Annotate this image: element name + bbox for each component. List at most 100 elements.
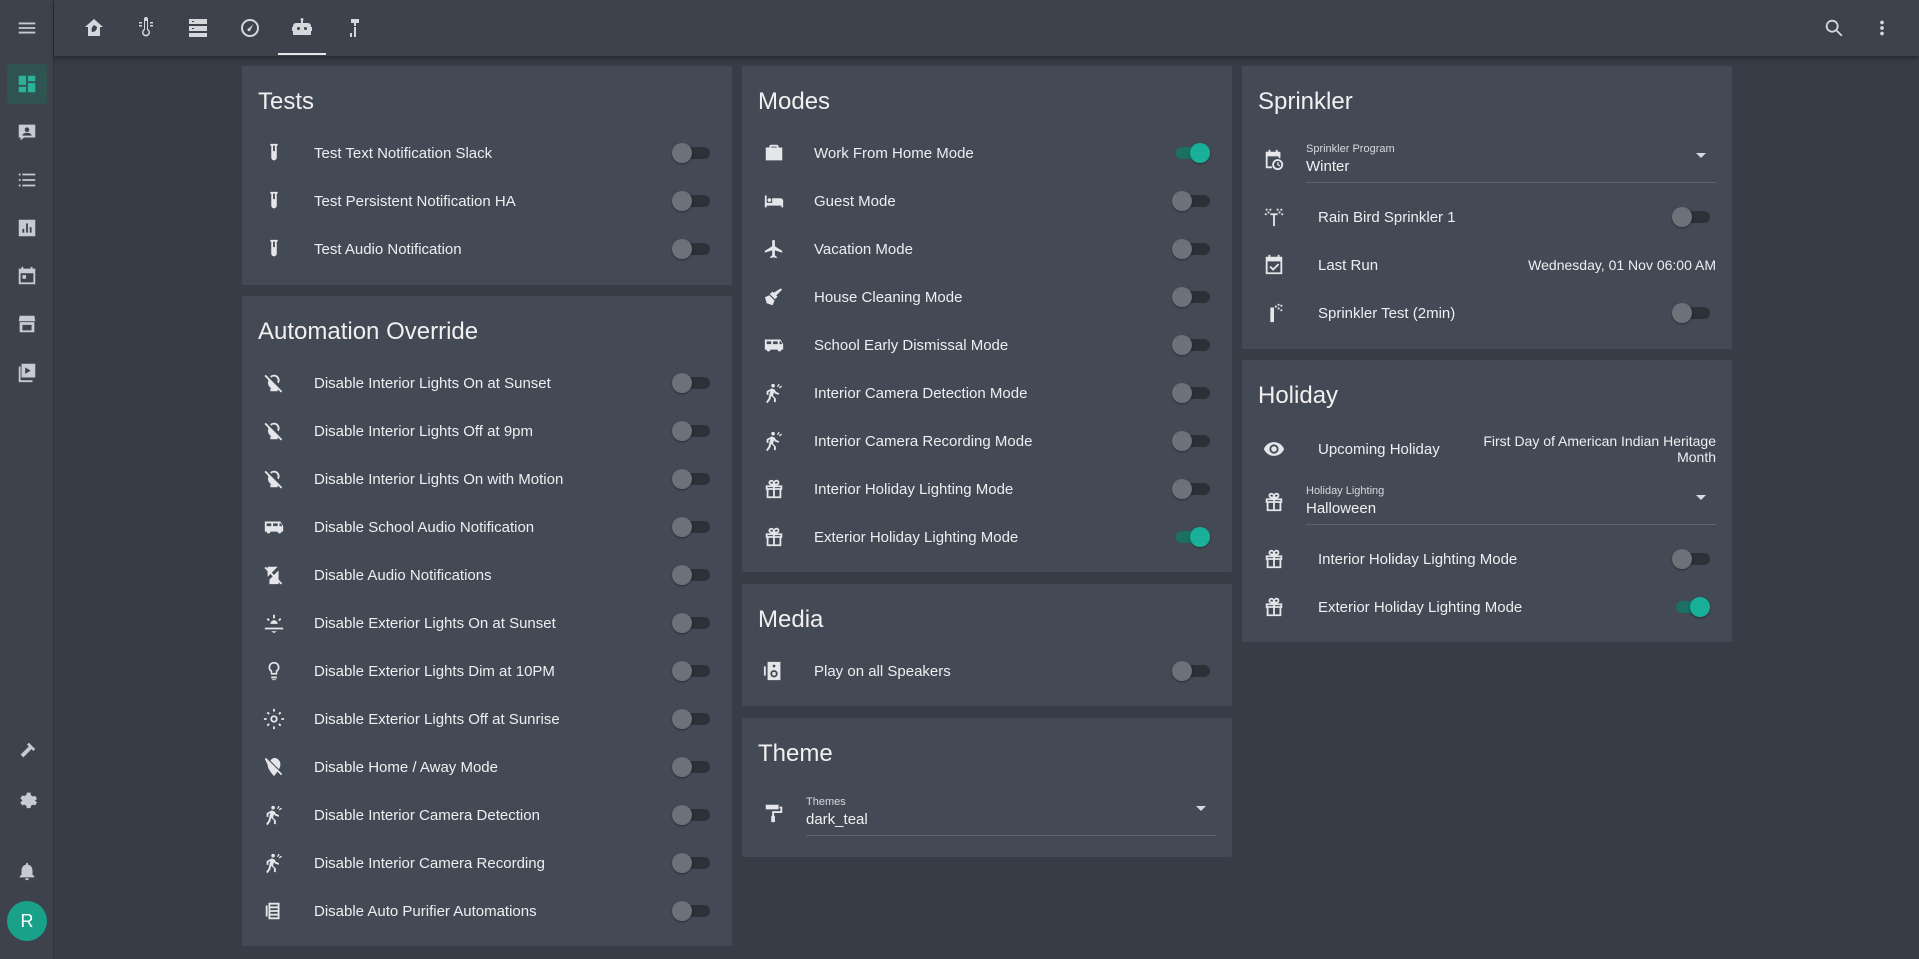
- list-item[interactable]: Guest Mode: [758, 181, 1216, 221]
- sidebar-item-notifications[interactable]: [7, 851, 47, 891]
- toggle-switch[interactable]: [672, 191, 710, 211]
- toggle-switch[interactable]: [1172, 287, 1210, 307]
- list-item[interactable]: Sprinkler Test (2min): [1258, 293, 1716, 333]
- toggle-switch[interactable]: [1672, 549, 1710, 569]
- list-item[interactable]: School Early Dismissal Mode: [758, 325, 1216, 365]
- sidebar-item-profile[interactable]: [7, 112, 47, 152]
- list-item[interactable]: Disable Interior Lights On at Sunset: [258, 363, 716, 403]
- list-item[interactable]: Interior Camera Detection Mode: [758, 373, 1216, 413]
- row-label: Guest Mode: [814, 192, 896, 210]
- toggle-switch[interactable]: [1172, 191, 1210, 211]
- sidebar-item-hacs[interactable]: [7, 304, 47, 344]
- toggle-switch[interactable]: [672, 613, 710, 633]
- list-item[interactable]: Exterior Holiday Lighting Mode: [1258, 587, 1716, 627]
- sidebar-item-calendar[interactable]: [7, 256, 47, 296]
- list-item[interactable]: Test Text Notification Slack: [258, 133, 716, 173]
- row-label: Disable Auto Purifier Automations: [314, 902, 537, 920]
- select-dropdown[interactable]: Themes dark_teal: [758, 787, 1216, 839]
- toggle-switch[interactable]: [1172, 383, 1210, 403]
- list-item[interactable]: Disable Auto Purifier Automations: [258, 891, 716, 931]
- tab-home[interactable]: [70, 0, 118, 56]
- list-item[interactable]: Test Persistent Notification HA: [258, 181, 716, 221]
- toggle-switch[interactable]: [1672, 207, 1710, 227]
- toggle-switch[interactable]: [1672, 597, 1710, 617]
- sidebar-item-logbook[interactable]: [7, 160, 47, 200]
- list-item[interactable]: Rain Bird Sprinkler 1: [1258, 197, 1716, 237]
- toggle-switch[interactable]: [1172, 143, 1210, 163]
- select-dropdown[interactable]: Holiday Lighting Halloween: [1258, 476, 1716, 528]
- toggle-switch[interactable]: [1172, 527, 1210, 547]
- toggle-switch[interactable]: [672, 853, 710, 873]
- hammer-icon: [20, 742, 36, 758]
- chevron-down-icon[interactable]: [1196, 806, 1206, 811]
- select-field[interactable]: Themes dark_teal: [806, 790, 1216, 836]
- dashboard-icon: [18, 75, 36, 93]
- search-button[interactable]: [1814, 8, 1854, 48]
- select-label: Themes: [806, 796, 846, 808]
- list-item[interactable]: Disable School Audio Notification: [258, 507, 716, 547]
- select-dropdown[interactable]: Sprinkler Program Winter: [1258, 134, 1716, 186]
- toggle-switch[interactable]: [672, 709, 710, 729]
- row-label: Interior Holiday Lighting Mode: [814, 480, 1014, 498]
- list-item[interactable]: Disable Home / Away Mode: [258, 747, 716, 787]
- list-item[interactable]: Disable Interior Camera Recording: [258, 843, 716, 883]
- list-item[interactable]: Interior Camera Recording Mode: [758, 421, 1216, 461]
- toggle-switch[interactable]: [1672, 303, 1710, 323]
- row-label: Interior Camera Recording Mode: [814, 432, 1033, 450]
- toggle-switch[interactable]: [672, 517, 710, 537]
- sidebar-item-media[interactable]: [7, 352, 47, 392]
- toggle-switch[interactable]: [1172, 479, 1210, 499]
- list-item[interactable]: Interior Holiday Lighting Mode: [1258, 539, 1716, 579]
- chevron-down-icon[interactable]: [1696, 495, 1706, 500]
- list-item[interactable]: Interior Holiday Lighting Mode: [758, 469, 1216, 509]
- more-options-button[interactable]: [1862, 8, 1902, 48]
- sidebar-item-dashboard[interactable]: [7, 64, 47, 104]
- toggle-switch[interactable]: [672, 469, 710, 489]
- toggle-switch[interactable]: [672, 239, 710, 259]
- toggle-switch[interactable]: [672, 565, 710, 585]
- select-field[interactable]: Holiday Lighting Halloween: [1306, 479, 1716, 525]
- select-field[interactable]: Sprinkler Program Winter: [1306, 137, 1716, 183]
- toggle-switch[interactable]: [672, 143, 710, 163]
- tab-system[interactable]: [226, 0, 274, 56]
- bed-icon: [762, 189, 786, 213]
- chevron-down-icon[interactable]: [1696, 153, 1706, 158]
- calendar-check-icon: [1262, 253, 1286, 277]
- toggle-switch[interactable]: [672, 661, 710, 681]
- toggle-switch[interactable]: [1172, 431, 1210, 451]
- list-item[interactable]: Disable Interior Lights Off at 9pm: [258, 411, 716, 451]
- list-item[interactable]: Play on all Speakers: [758, 651, 1216, 691]
- menu-button[interactable]: [7, 8, 47, 48]
- list-item[interactable]: Disable Interior Lights On with Motion: [258, 459, 716, 499]
- select-label: Holiday Lighting: [1306, 485, 1385, 497]
- list-item[interactable]: Disable Exterior Lights On at Sunset: [258, 603, 716, 643]
- list-item[interactable]: Disable Interior Camera Detection: [258, 795, 716, 835]
- toggle-switch[interactable]: [1172, 239, 1210, 259]
- toggle-switch[interactable]: [672, 757, 710, 777]
- toggle-switch[interactable]: [672, 373, 710, 393]
- sidebar-item-history[interactable]: [7, 208, 47, 248]
- tab-tools[interactable]: [330, 0, 378, 56]
- toggle-switch[interactable]: [1172, 335, 1210, 355]
- list-item[interactable]: Exterior Holiday Lighting Mode: [758, 517, 1216, 557]
- toggle-switch[interactable]: [672, 421, 710, 441]
- list-item[interactable]: Vacation Mode: [758, 229, 1216, 269]
- list-item[interactable]: Disable Audio Notifications: [258, 555, 716, 595]
- row-value-line: Wednesday, 01 Nov 06:00 AM: [1528, 257, 1716, 273]
- tab-automation[interactable]: [278, 0, 326, 56]
- toggle-switch[interactable]: [672, 901, 710, 921]
- list-item[interactable]: House Cleaning Mode: [758, 277, 1216, 317]
- user-avatar[interactable]: R: [7, 901, 47, 941]
- sidebar-item-developer-tools[interactable]: [7, 731, 47, 771]
- toggle-switch[interactable]: [672, 805, 710, 825]
- list-item[interactable]: Disable Exterior Lights Off at Sunrise: [258, 699, 716, 739]
- row-label: Disable Home / Away Mode: [314, 758, 498, 776]
- list-item[interactable]: Disable Exterior Lights Dim at 10PM: [258, 651, 716, 691]
- toggle-switch[interactable]: [1172, 661, 1210, 681]
- row-label: Test Audio Notification: [314, 240, 462, 258]
- sidebar-item-settings[interactable]: [7, 779, 47, 819]
- list-item[interactable]: Work From Home Mode: [758, 133, 1216, 173]
- list-item[interactable]: Test Audio Notification: [258, 229, 716, 269]
- tab-server[interactable]: [174, 0, 222, 56]
- tab-climate[interactable]: [122, 0, 170, 56]
